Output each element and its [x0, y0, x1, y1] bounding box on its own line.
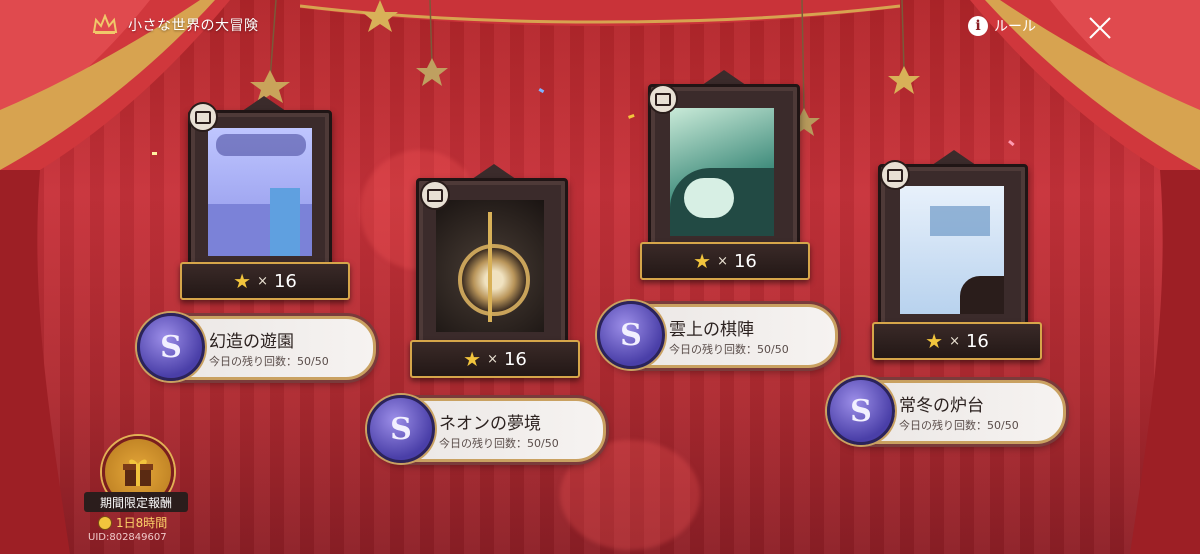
stage-card-2[interactable]: ★ × 16: [410, 164, 580, 384]
tv-icon: [188, 102, 218, 132]
star-count: 16: [273, 270, 297, 292]
clock-icon: [98, 515, 112, 530]
stage-emblem-icon: S: [827, 377, 895, 445]
star-count: 16: [733, 250, 757, 272]
gift-icon: [123, 459, 153, 486]
star-icon: ★: [233, 269, 252, 293]
star-requirement: ★ × 16: [640, 242, 810, 280]
rules-label: ルール: [994, 19, 1036, 35]
stage-name: 常冬の炉台: [899, 396, 984, 416]
stage-label-4[interactable]: S 常冬の炉台 今日の残り回数：50/50: [827, 377, 1066, 445]
star-requirement: ★ × 16: [410, 340, 580, 378]
close-icon[interactable]: [1086, 14, 1114, 42]
timer-text: 1日8時間: [116, 516, 168, 530]
limited-reward-label: 期間限定報酬: [84, 492, 188, 512]
stage-emblem-icon: S: [137, 313, 205, 381]
crown-icon: [92, 14, 118, 34]
stage-remaining: 今日の残り回数：50/50: [669, 343, 789, 356]
star-requirement: ★ × 16: [180, 262, 350, 300]
rules-button[interactable]: i ルール: [968, 16, 1036, 36]
stage-label-3[interactable]: S 雲上の棋陣 今日の残り回数：50/50: [597, 301, 838, 369]
stage-remaining: 今日の残り回数：50/50: [439, 437, 559, 450]
stage-art-4: [900, 186, 1004, 314]
tv-icon: [880, 160, 910, 190]
page-title: 小さな世界の大冒険: [128, 18, 259, 34]
tv-icon: [420, 180, 450, 210]
reward-timer: 1日8時間: [98, 514, 167, 531]
stage-emblem-icon: S: [367, 395, 435, 463]
stage-name: ネオンの夢境: [439, 414, 541, 434]
stage-card-4[interactable]: ★ × 16: [872, 150, 1042, 360]
multiply-sign: ×: [717, 253, 728, 269]
stage-card-1[interactable]: ★ × 16: [180, 96, 350, 306]
star-count: 16: [965, 330, 989, 352]
stage-card-3[interactable]: ★ × 16: [640, 70, 810, 280]
stage-remaining: 今日の残り回数：50/50: [899, 419, 1019, 432]
stage-label-1[interactable]: S 幻造の遊園 今日の残り回数：50/50: [137, 313, 376, 381]
stage-emblem-icon: S: [597, 301, 665, 369]
stage-name: 雲上の棋陣: [669, 320, 754, 340]
multiply-sign: ×: [949, 333, 960, 349]
stage-art-3: [670, 108, 774, 236]
stage-art-1: [208, 128, 312, 256]
star-icon: ★: [925, 329, 944, 353]
star-requirement: ★ × 16: [872, 322, 1042, 360]
star-icon: ★: [693, 249, 712, 273]
info-icon: i: [968, 16, 988, 36]
stage-remaining: 今日の残り回数：50/50: [209, 355, 329, 368]
multiply-sign: ×: [487, 351, 498, 367]
star-count: 16: [503, 348, 527, 370]
multiply-sign: ×: [257, 273, 268, 289]
user-id: UID:802849607: [88, 532, 167, 543]
stage-label-2[interactable]: S ネオンの夢境 今日の残り回数：50/50: [367, 395, 606, 463]
stage-name: 幻造の遊園: [209, 332, 294, 352]
star-icon: ★: [463, 347, 482, 371]
app-header: 小さな世界の大冒険: [92, 14, 259, 36]
tv-icon: [648, 84, 678, 114]
stage-art-2: [436, 200, 544, 332]
